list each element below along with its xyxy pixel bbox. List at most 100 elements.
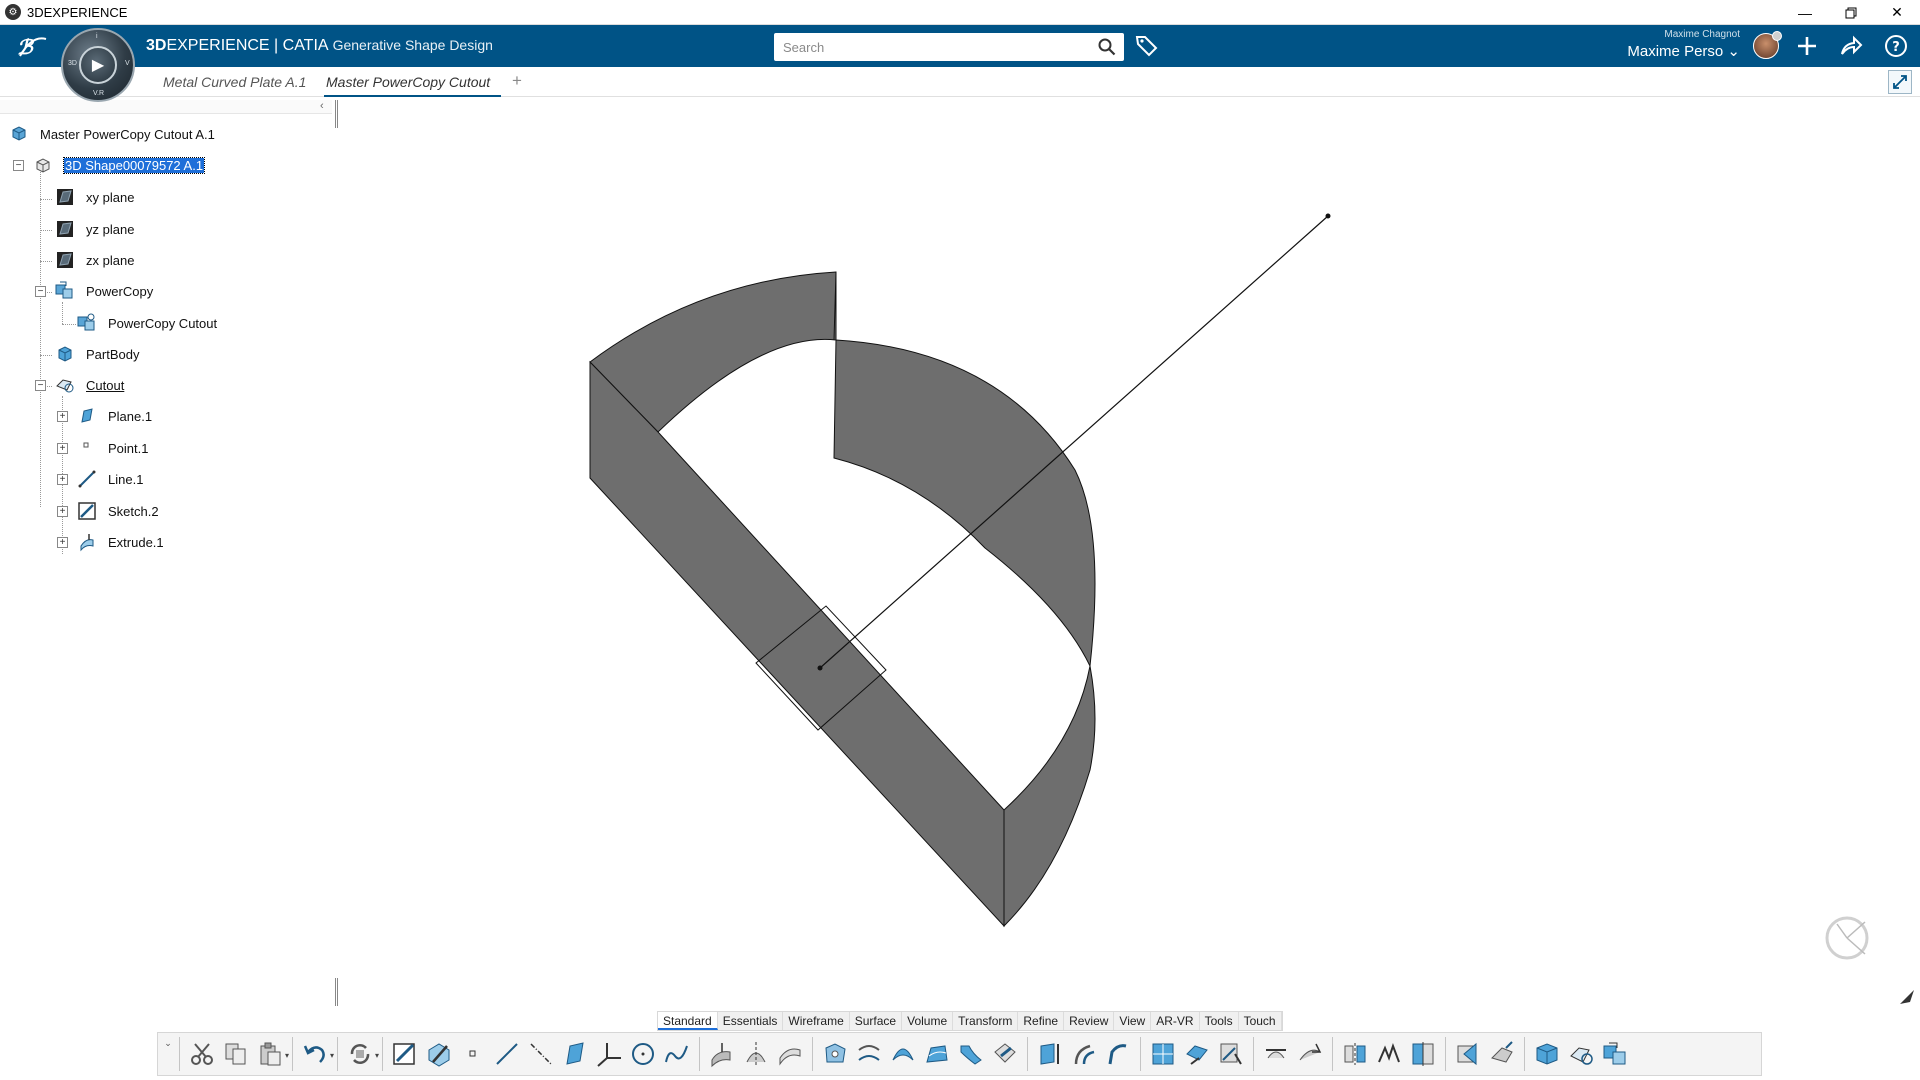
splitter-handle-bottom[interactable] <box>335 978 338 1006</box>
revolve-surface-icon[interactable] <box>739 1036 773 1072</box>
fullscreen-icon[interactable] <box>1888 70 1912 94</box>
copy-icon[interactable] <box>219 1036 253 1072</box>
search-icon[interactable] <box>1098 38 1116 56</box>
add-icon[interactable] <box>1794 33 1820 59</box>
point-tool-icon[interactable] <box>456 1036 490 1072</box>
splitter-handle-top[interactable] <box>335 100 338 128</box>
3d-viewport[interactable] <box>340 100 1920 1000</box>
circle-tool-icon[interactable] <box>626 1036 660 1072</box>
collapse-toggle-cutout[interactable]: − <box>35 380 46 391</box>
expand-toggle-plane1[interactable]: + <box>57 411 68 422</box>
collapse-toggle-powercopy[interactable]: − <box>35 286 46 297</box>
tree-item-powercopy-cutout[interactable]: PowerCopy Cutout <box>76 312 217 334</box>
symmetry-icon[interactable] <box>1338 1036 1372 1072</box>
tree-item-extrude1[interactable]: Extrude.1 <box>76 531 164 553</box>
search-input[interactable] <box>774 33 1084 61</box>
tree-item-line1[interactable]: Line.1 <box>76 468 143 490</box>
section-tab-view[interactable]: View <box>1114 1012 1152 1030</box>
extrude-surface-icon[interactable] <box>705 1036 739 1072</box>
close-surface-icon[interactable] <box>1530 1036 1564 1072</box>
restore-icon[interactable] <box>1828 0 1874 25</box>
sketch-tool-icon[interactable] <box>388 1036 422 1072</box>
tree-item-powercopy[interactable]: PowerCopy <box>54 280 153 302</box>
plane-tool-icon[interactable] <box>558 1036 592 1072</box>
tree-item-point1[interactable]: Point.1 <box>76 437 148 459</box>
expand-toggle-extrude1[interactable]: + <box>57 537 68 548</box>
point1[interactable] <box>817 665 823 671</box>
sweep-surface-icon[interactable] <box>886 1036 920 1072</box>
update-icon[interactable]: ▾ <box>343 1036 379 1072</box>
rotate-icon[interactable] <box>1293 1036 1327 1072</box>
section-tab-volume[interactable]: Volume <box>902 1012 954 1030</box>
extrapolate-icon[interactable] <box>1451 1036 1485 1072</box>
powercopy-tool-icon[interactable] <box>1598 1036 1632 1072</box>
offset-icon[interactable] <box>852 1036 886 1072</box>
minimize-icon[interactable]: — <box>1782 0 1828 25</box>
line-endpoint[interactable] <box>1325 213 1331 219</box>
collapse-toggle-shape[interactable]: − <box>13 160 24 171</box>
help-icon[interactable]: ? <box>1883 33 1909 59</box>
section-tab-refine[interactable]: Refine <box>1018 1012 1065 1030</box>
fillet-surface-icon[interactable] <box>988 1036 1022 1072</box>
extruded-surface-curved[interactable] <box>833 339 1096 668</box>
close-icon[interactable]: ✕ <box>1874 0 1920 25</box>
section-tab-review[interactable]: Review <box>1064 1012 1115 1030</box>
tree-item-cutout[interactable]: Cutout <box>54 374 124 396</box>
tree-item-sketch2[interactable]: Sketch.2 <box>76 500 159 522</box>
expand-toggle-line1[interactable]: + <box>57 474 68 485</box>
section-tab-tools[interactable]: Tools <box>1200 1012 1239 1030</box>
expand-toggle-sketch2[interactable]: + <box>57 506 68 517</box>
join-icon[interactable] <box>1101 1036 1135 1072</box>
geometrical-set-tool-icon[interactable] <box>1564 1036 1598 1072</box>
multi-section-icon[interactable] <box>920 1036 954 1072</box>
expand-toggle-point1[interactable]: + <box>57 443 68 454</box>
section-tab-wireframe[interactable]: Wireframe <box>783 1012 850 1030</box>
line-tool-icon[interactable] <box>490 1036 524 1072</box>
fill-icon[interactable] <box>818 1036 852 1072</box>
axis-system-icon[interactable] <box>592 1036 626 1072</box>
tag-icon[interactable] <box>1134 33 1160 59</box>
dassault-logo-icon[interactable]: ℬ <box>14 31 50 61</box>
cut-icon[interactable] <box>185 1036 219 1072</box>
positioned-sketch-icon[interactable] <box>422 1036 456 1072</box>
user-menu[interactable]: Maxime Chagnot Maxime Perso ⌄ <box>1627 29 1740 60</box>
tab-metal-curved-plate[interactable]: Metal Curved Plate A.1 <box>163 74 306 90</box>
axis-tool-icon[interactable] <box>524 1036 558 1072</box>
thickness-icon[interactable] <box>1485 1036 1519 1072</box>
extract-icon[interactable] <box>1180 1036 1214 1072</box>
compass-widget[interactable]: ▶ i 3D V V.R <box>61 28 135 102</box>
tree-item-xy-plane[interactable]: xy plane <box>54 186 134 208</box>
spline-tool-icon[interactable] <box>660 1036 694 1072</box>
tree-item-yz-plane[interactable]: yz plane <box>54 218 134 240</box>
section-tab-touch[interactable]: Touch <box>1239 1012 1282 1030</box>
section-tab-ar-vr[interactable]: AR-VR <box>1151 1012 1200 1030</box>
section-tab-essentials[interactable]: Essentials <box>718 1012 784 1030</box>
view-compass-icon[interactable] <box>1823 914 1873 964</box>
split-icon[interactable] <box>1033 1036 1067 1072</box>
tree-item-plane1[interactable]: Plane.1 <box>76 405 152 427</box>
section-tab-transform[interactable]: Transform <box>953 1012 1019 1030</box>
healing-icon[interactable] <box>1146 1036 1180 1072</box>
tab-master-powercopy-cutout[interactable]: Master PowerCopy Cutout <box>326 74 490 90</box>
resize-grip-icon[interactable] <box>1898 988 1916 1006</box>
section-tab-standard[interactable]: Standard <box>658 1012 718 1030</box>
section-tab-surface[interactable]: Surface <box>850 1012 903 1030</box>
add-tab-icon[interactable]: + <box>512 71 522 91</box>
scaling-icon[interactable] <box>1372 1036 1406 1072</box>
tree-root[interactable]: Master PowerCopy Cutout A.1 <box>8 123 215 145</box>
undo-icon[interactable]: ▾ <box>298 1036 334 1072</box>
extruded-surface-lower[interactable] <box>1003 665 1096 928</box>
play-icon[interactable]: ▶ <box>79 46 117 84</box>
translate-icon[interactable] <box>1259 1036 1293 1072</box>
blend-icon[interactable] <box>954 1036 988 1072</box>
action-bar-toggle-icon[interactable]: ⌄ <box>162 1034 174 1074</box>
affinity-icon[interactable] <box>1406 1036 1440 1072</box>
trim-icon[interactable] <box>1067 1036 1101 1072</box>
tree-item-partbody[interactable]: PartBody <box>54 343 139 365</box>
share-icon[interactable] <box>1838 33 1864 59</box>
paste-icon[interactable]: ▾ <box>253 1036 289 1072</box>
geometry-canvas[interactable] <box>340 100 1920 1000</box>
tree-item-zx-plane[interactable]: zx plane <box>54 249 134 271</box>
boundary-icon[interactable] <box>1214 1036 1248 1072</box>
sweep-icon[interactable] <box>773 1036 807 1072</box>
